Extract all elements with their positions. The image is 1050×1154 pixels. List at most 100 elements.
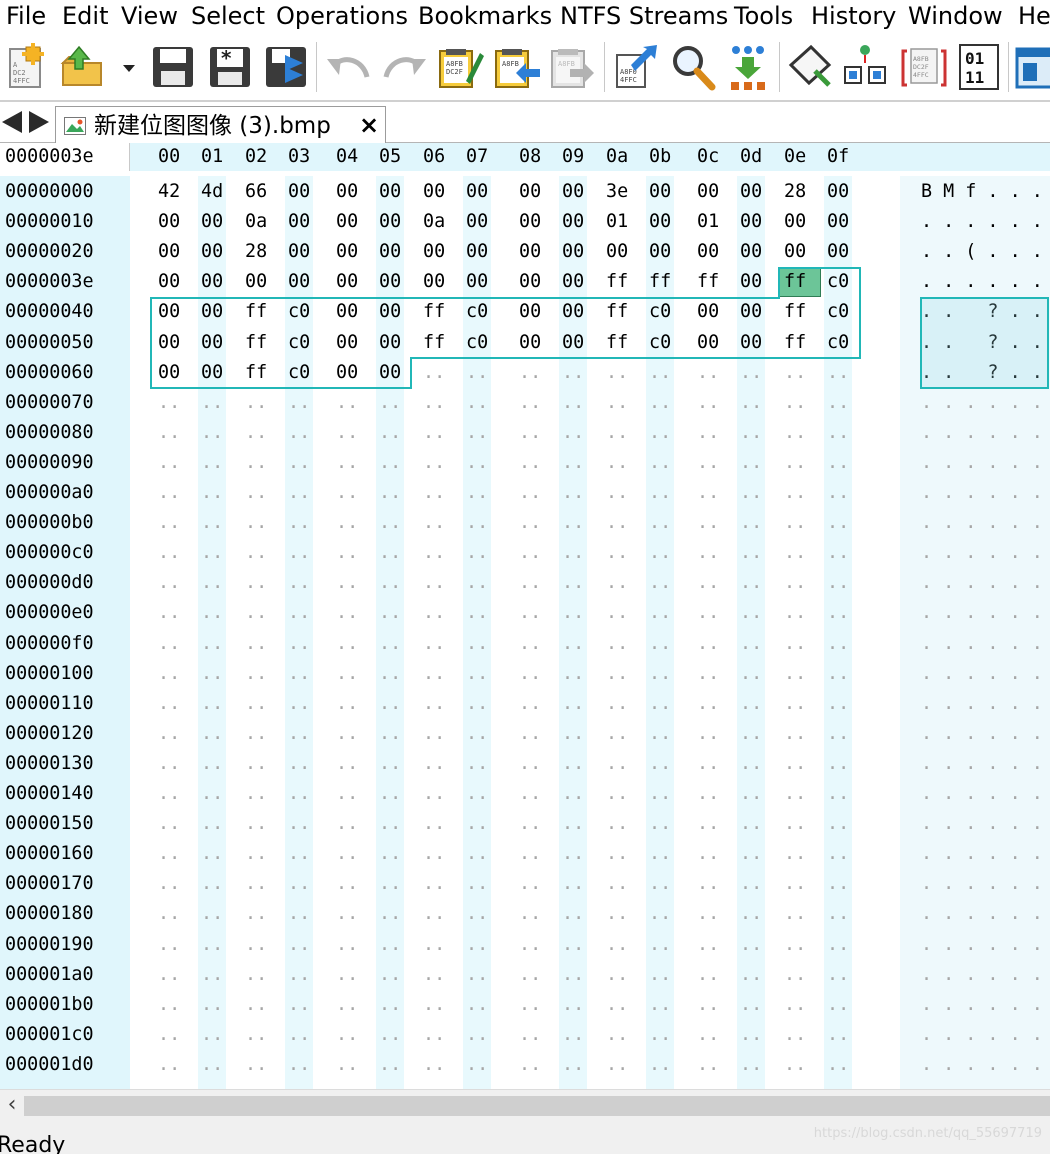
hex-byte[interactable]: ..: [466, 629, 488, 659]
hex-byte[interactable]: ..: [649, 990, 671, 1020]
hex-byte[interactable]: ..: [379, 508, 401, 538]
hex-byte[interactable]: ..: [423, 899, 445, 929]
hex-byte[interactable]: ..: [379, 629, 401, 659]
hex-byte[interactable]: ..: [562, 839, 584, 869]
hex-byte[interactable]: ..: [288, 598, 310, 628]
hex-byte[interactable]: ..: [466, 358, 488, 388]
hex-byte[interactable]: ..: [423, 388, 445, 418]
goto-icon[interactable]: A8F0 4FFC: [611, 41, 661, 93]
hex-byte[interactable]: ..: [649, 629, 671, 659]
hex-byte[interactable]: 00: [201, 207, 223, 237]
hex-byte[interactable]: c0: [288, 358, 310, 388]
hex-byte[interactable]: ..: [827, 629, 849, 659]
hex-byte[interactable]: ..: [562, 719, 584, 749]
hex-byte[interactable]: ..: [697, 418, 719, 448]
hex-byte[interactable]: ..: [158, 478, 180, 508]
hex-byte[interactable]: ..: [519, 629, 541, 659]
hex-byte[interactable]: ..: [697, 478, 719, 508]
hex-byte[interactable]: ..: [827, 809, 849, 839]
hex-byte[interactable]: ..: [466, 598, 488, 628]
menu-help[interactable]: He: [1018, 0, 1050, 32]
hex-byte[interactable]: ..: [740, 930, 762, 960]
ascii-text[interactable]: . . ? . .: [921, 358, 1043, 388]
hex-byte[interactable]: 00: [697, 177, 719, 207]
hex-byte[interactable]: ..: [201, 899, 223, 929]
hex-byte[interactable]: 00: [784, 207, 806, 237]
hex-byte[interactable]: ..: [606, 508, 628, 538]
hex-byte[interactable]: ..: [466, 719, 488, 749]
hex-byte[interactable]: ..: [827, 749, 849, 779]
hex-byte[interactable]: ..: [827, 538, 849, 568]
hex-byte[interactable]: ..: [423, 869, 445, 899]
hex-byte[interactable]: ..: [245, 388, 267, 418]
hex-byte[interactable]: ..: [336, 689, 358, 719]
hex-byte[interactable]: ..: [784, 1050, 806, 1080]
hex-byte[interactable]: c0: [466, 297, 488, 327]
hex-byte[interactable]: 00: [158, 267, 180, 297]
hex-byte[interactable]: ..: [245, 749, 267, 779]
hex-byte[interactable]: 00: [336, 237, 358, 267]
hex-byte[interactable]: 00: [336, 207, 358, 237]
hex-byte[interactable]: ..: [201, 538, 223, 568]
hex-byte[interactable]: 00: [519, 237, 541, 267]
hex-byte[interactable]: ff: [606, 267, 628, 297]
hex-byte[interactable]: 00: [827, 207, 849, 237]
ascii-text[interactable]: . . . . . .: [921, 598, 1043, 628]
hex-byte[interactable]: ..: [519, 388, 541, 418]
ascii-text[interactable]: . . . . . .: [921, 689, 1043, 719]
hex-byte[interactable]: ..: [519, 779, 541, 809]
hex-byte[interactable]: 00: [697, 237, 719, 267]
hex-byte[interactable]: ..: [466, 448, 488, 478]
hex-byte[interactable]: ..: [519, 749, 541, 779]
hex-byte[interactable]: 3e: [606, 177, 628, 207]
hex-byte[interactable]: ..: [288, 1050, 310, 1080]
hex-byte[interactable]: ..: [336, 448, 358, 478]
hex-byte[interactable]: ..: [336, 749, 358, 779]
hex-byte[interactable]: ..: [697, 719, 719, 749]
hex-byte[interactable]: ..: [606, 869, 628, 899]
hex-byte[interactable]: ..: [423, 960, 445, 990]
hex-byte[interactable]: 00: [562, 237, 584, 267]
hex-byte[interactable]: ..: [158, 418, 180, 448]
hex-byte[interactable]: ..: [784, 598, 806, 628]
hex-byte[interactable]: ..: [245, 839, 267, 869]
hex-byte[interactable]: ..: [740, 719, 762, 749]
hex-byte[interactable]: ..: [606, 990, 628, 1020]
hex-byte[interactable]: ..: [158, 960, 180, 990]
hex-byte[interactable]: ..: [784, 719, 806, 749]
hex-byte[interactable]: 00: [158, 207, 180, 237]
hex-byte[interactable]: ..: [379, 749, 401, 779]
ascii-text[interactable]: . . . . . .: [921, 719, 1043, 749]
hex-byte[interactable]: ..: [423, 779, 445, 809]
hex-byte[interactable]: ..: [379, 1050, 401, 1080]
hex-byte[interactable]: ..: [606, 629, 628, 659]
hex-byte[interactable]: ..: [649, 809, 671, 839]
hex-byte[interactable]: 00: [740, 207, 762, 237]
ascii-text[interactable]: . . . . . .: [921, 1020, 1043, 1050]
hex-byte[interactable]: ..: [740, 659, 762, 689]
hex-byte[interactable]: ..: [336, 930, 358, 960]
hex-byte[interactable]: ..: [649, 749, 671, 779]
hex-byte[interactable]: ..: [827, 779, 849, 809]
close-tab-icon[interactable]: ×: [358, 113, 380, 137]
hex-byte[interactable]: ..: [423, 839, 445, 869]
hex-byte[interactable]: ..: [379, 418, 401, 448]
hex-byte[interactable]: 00: [201, 297, 223, 327]
hex-byte[interactable]: ..: [740, 598, 762, 628]
hex-byte[interactable]: ..: [201, 568, 223, 598]
ascii-text[interactable]: . . . . . .: [921, 839, 1043, 869]
hex-byte[interactable]: 00: [379, 267, 401, 297]
hex-byte[interactable]: ..: [288, 719, 310, 749]
hex-byte[interactable]: 66: [245, 177, 267, 207]
hex-byte[interactable]: ..: [562, 508, 584, 538]
hex-byte[interactable]: ..: [562, 598, 584, 628]
hex-byte[interactable]: ..: [827, 418, 849, 448]
hex-byte[interactable]: 00: [288, 177, 310, 207]
hex-byte[interactable]: ..: [827, 689, 849, 719]
hex-byte[interactable]: ..: [784, 960, 806, 990]
hex-byte[interactable]: ..: [827, 508, 849, 538]
hex-byte[interactable]: ..: [288, 388, 310, 418]
hex-byte[interactable]: ..: [562, 358, 584, 388]
hex-byte[interactable]: ..: [288, 809, 310, 839]
hex-byte[interactable]: ..: [336, 418, 358, 448]
